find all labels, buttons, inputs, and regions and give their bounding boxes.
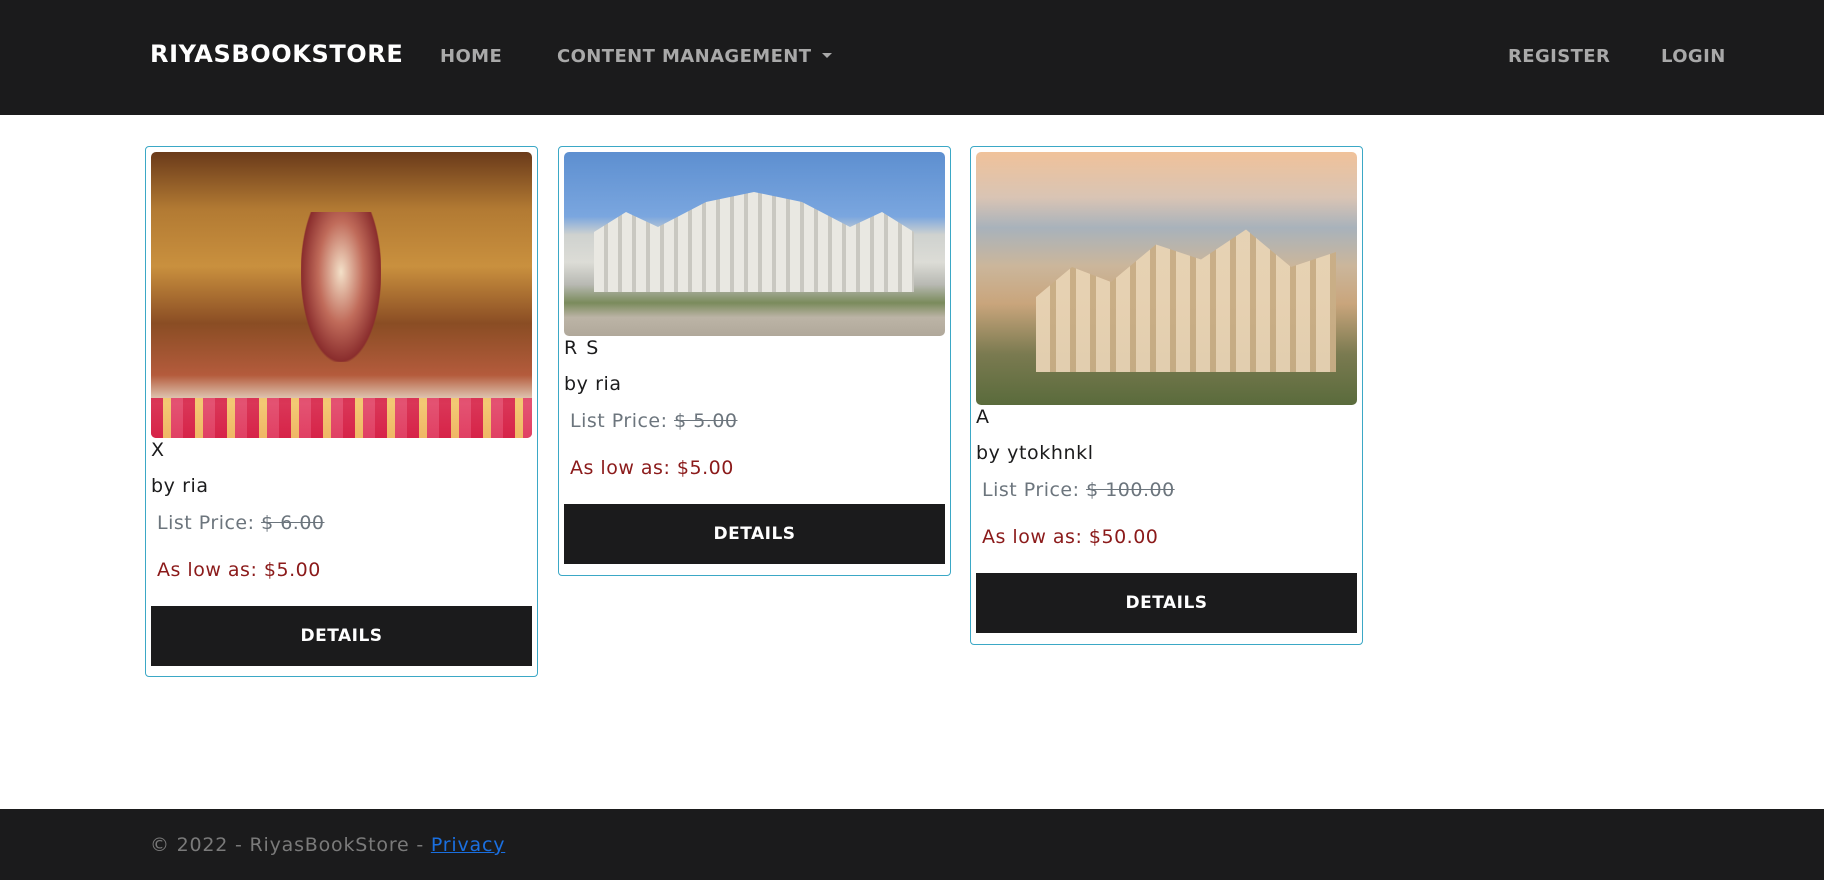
product-image xyxy=(564,152,945,336)
product-title: A xyxy=(976,406,991,428)
product-card: A by ytokhnkl List Price: $ 100.00 As lo… xyxy=(970,146,1363,645)
product-image xyxy=(976,152,1357,405)
product-author: by ytokhnkl xyxy=(976,442,1094,464)
product-card: X by ria List Price: $ 6.00 As low as: $… xyxy=(145,146,538,677)
product-card: R S by ria List Price: $ 5.00 As low as:… xyxy=(558,146,951,576)
list-price-label: List Price: xyxy=(982,479,1080,501)
details-button[interactable]: DETAILS xyxy=(976,573,1357,633)
nav-home-link[interactable]: HOME xyxy=(440,46,502,67)
nav-register-link[interactable]: REGISTER xyxy=(1508,46,1610,67)
list-price-label: List Price: xyxy=(570,410,668,432)
list-price-value: $ 100.00 xyxy=(1086,479,1175,501)
footer-text: © 2022 - RiyasBookStore - Privacy xyxy=(150,834,505,856)
low-price: As low as: $50.00 xyxy=(982,526,1159,548)
list-price: List Price: $ 5.00 xyxy=(564,410,945,432)
navbar: RIYASBOOKSTORE HOME CONTENT MANAGEMENT R… xyxy=(0,0,1824,115)
copyright-text: © 2022 - RiyasBookStore - xyxy=(150,834,431,856)
nav-content-management-label: CONTENT MANAGEMENT xyxy=(557,46,812,67)
caret-down-icon xyxy=(822,52,833,58)
low-price: As low as: $5.00 xyxy=(157,559,321,581)
list-price: List Price: $ 100.00 xyxy=(976,479,1357,501)
privacy-link[interactable]: Privacy xyxy=(431,834,505,856)
product-title: R S xyxy=(564,337,600,359)
low-price: As low as: $5.00 xyxy=(570,457,734,479)
brand-link[interactable]: RIYASBOOKSTORE xyxy=(150,40,403,68)
list-price-value: $ 5.00 xyxy=(674,410,738,432)
list-price: List Price: $ 6.00 xyxy=(151,512,532,534)
footer: © 2022 - RiyasBookStore - Privacy xyxy=(0,809,1824,880)
list-price-label: List Price: xyxy=(157,512,255,534)
nav-login-link[interactable]: LOGIN xyxy=(1661,46,1726,67)
details-button[interactable]: DETAILS xyxy=(151,606,532,666)
product-author: by ria xyxy=(564,373,622,395)
list-price-value: $ 6.00 xyxy=(261,512,325,534)
details-button[interactable]: DETAILS xyxy=(564,504,945,564)
nav-content-management-dropdown[interactable]: CONTENT MANAGEMENT xyxy=(557,46,833,67)
product-image xyxy=(151,152,532,438)
product-author: by ria xyxy=(151,475,209,497)
product-title: X xyxy=(151,439,166,461)
